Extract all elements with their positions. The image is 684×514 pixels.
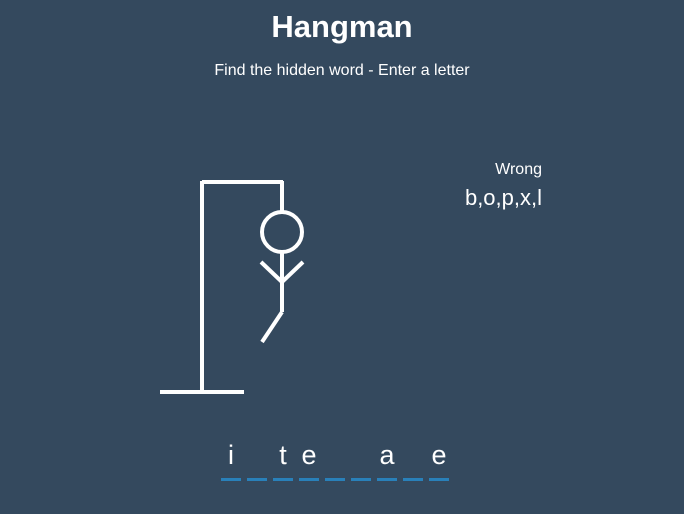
wrong-letters-panel: Wrong b,o,p,x,l: [465, 160, 542, 212]
hangman-head: [260, 210, 304, 254]
hangman-right-arm: [280, 260, 305, 284]
letter-slot: i: [221, 437, 241, 481]
letter-slot: [351, 437, 371, 481]
letter-slot: a: [377, 437, 397, 481]
letter-slot: e: [429, 437, 449, 481]
hidden-word: i t e a e: [221, 437, 449, 481]
hangman-left-arm: [259, 260, 284, 284]
hangman-left-leg: [260, 310, 284, 344]
letter-slot: e: [299, 437, 319, 481]
letter-slot: [247, 437, 267, 481]
letter-slot: [325, 437, 345, 481]
wrong-letters-list: b,o,p,x,l: [464, 185, 542, 210]
wrong-label: Wrong: [495, 161, 542, 178]
letter-slot: t: [273, 437, 293, 481]
letter-slot: [403, 437, 423, 481]
